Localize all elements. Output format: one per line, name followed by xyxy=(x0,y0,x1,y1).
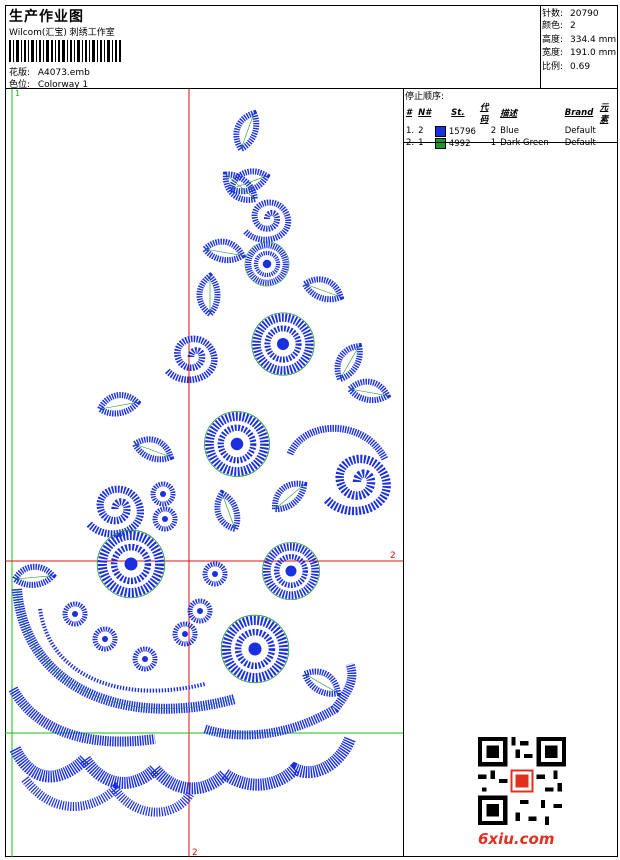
embroidery-design-canvas: 1 2 2 xyxy=(5,89,403,857)
table-divider xyxy=(404,142,617,143)
stat-scale: 比例: 0.69 xyxy=(542,62,591,72)
stat-height: 高度: 334.4 mm xyxy=(542,35,617,45)
col-description: 描述 xyxy=(500,109,518,119)
barcode xyxy=(9,40,121,62)
embroidery-motif xyxy=(8,110,389,817)
col-element: 元素 xyxy=(599,103,609,125)
stats-panel: 针数: 20790 颜色: 2 高度: 334.4 mm 宽度: 191.0 mm 比例… xyxy=(541,5,618,89)
page-title: 生产作业图 xyxy=(9,9,84,25)
marker-bottom: 2 xyxy=(192,848,198,857)
col-index: # xyxy=(406,108,412,118)
marker-top: 1 xyxy=(15,89,20,98)
col-needle: N# xyxy=(418,108,432,118)
qr-code xyxy=(478,737,566,825)
software-subtitle: Wilcom(汇宝) 刺绣工作室 xyxy=(9,28,115,38)
table-header-row: # N# St. 代码 描述 Brand 元素 xyxy=(404,101,618,125)
table-row: 2. 1 4992 1 Dark Green Default xyxy=(406,137,596,149)
header-panel: 生产作业图 Wilcom(汇宝) 刺绣工作室 花版: A4073.emb 色位:… xyxy=(5,5,541,90)
stat-colors: 颜色: 2 xyxy=(542,21,576,31)
col-brand: Brand xyxy=(564,108,594,118)
color-swatch-blue xyxy=(435,125,447,137)
table-row: 1. 2 15796 2 Blue Default xyxy=(406,125,596,137)
col-stitches: St. xyxy=(451,108,465,118)
watermark-logo: 6xiu.com xyxy=(478,830,555,848)
color-swatch-green xyxy=(435,137,447,149)
stat-width: 宽度: 191.0 mm xyxy=(542,48,617,58)
col-code: 代码 xyxy=(479,103,489,125)
marker-right: 2 xyxy=(390,551,396,561)
